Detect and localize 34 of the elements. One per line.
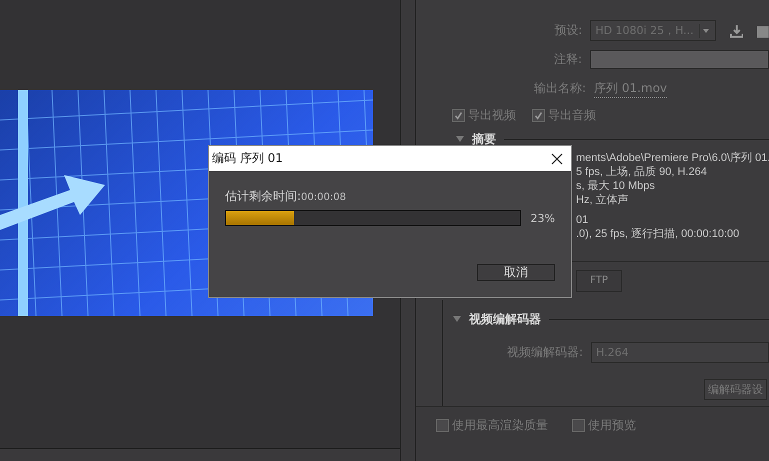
time-label: 估计剩余时间: bbox=[225, 189, 302, 203]
ftp-tab[interactable]: FTP bbox=[576, 270, 622, 292]
checkbox-label[interactable]: 导出音频 bbox=[548, 106, 596, 124]
checkbox[interactable] bbox=[572, 418, 585, 432]
dropdown-arrow-icon[interactable] bbox=[698, 24, 711, 38]
comment-label: 注释: bbox=[552, 51, 582, 68]
summary-heading: 摘要 bbox=[472, 130, 496, 148]
codec-label: 视频编解码器: bbox=[506, 344, 583, 361]
close-icon[interactable] bbox=[551, 152, 563, 164]
summary-line: s, 最大 10 Mbps bbox=[576, 179, 656, 193]
time-remaining: 00:00:08 bbox=[301, 192, 346, 203]
import-preset-icon[interactable] bbox=[757, 24, 769, 38]
collapse-triangle-icon[interactable] bbox=[456, 135, 464, 143]
checkbox-label[interactable]: 导出视频 bbox=[468, 106, 516, 124]
summary-line: Hz, 立体声 bbox=[576, 193, 630, 207]
output-name-label: 输出名称: bbox=[532, 80, 586, 97]
checkbox[interactable] bbox=[436, 418, 449, 432]
checkbox-label[interactable]: 使用最高渲染质量 bbox=[452, 416, 548, 434]
checkbox[interactable] bbox=[532, 108, 545, 122]
cancel-button[interactable]: 取消 bbox=[477, 264, 555, 281]
codec-heading: 视频编解码器 bbox=[469, 310, 541, 328]
summary-line: 5 fps, 上场, 品质 90, H.264 bbox=[576, 165, 708, 179]
collapse-triangle-icon[interactable] bbox=[453, 315, 461, 323]
comment-field[interactable] bbox=[590, 50, 769, 69]
checkbox-label[interactable]: 使用预览 bbox=[588, 416, 636, 434]
preset-label: 预设: bbox=[553, 22, 582, 39]
output-name-link[interactable]: 序列 01.mov bbox=[594, 80, 668, 98]
progress-percent: 23% bbox=[530, 212, 555, 224]
dialog-title: 编码 序列 01 bbox=[212, 150, 283, 167]
save-preset-icon[interactable] bbox=[730, 24, 744, 38]
summary-line: 01 bbox=[576, 213, 590, 227]
checkbox[interactable] bbox=[452, 108, 465, 122]
codec-settings-button[interactable]: 编解码器设 bbox=[704, 379, 767, 400]
summary-line: .0), 25 fps, 逐行扫描, 00:00:10:00 bbox=[576, 227, 740, 241]
